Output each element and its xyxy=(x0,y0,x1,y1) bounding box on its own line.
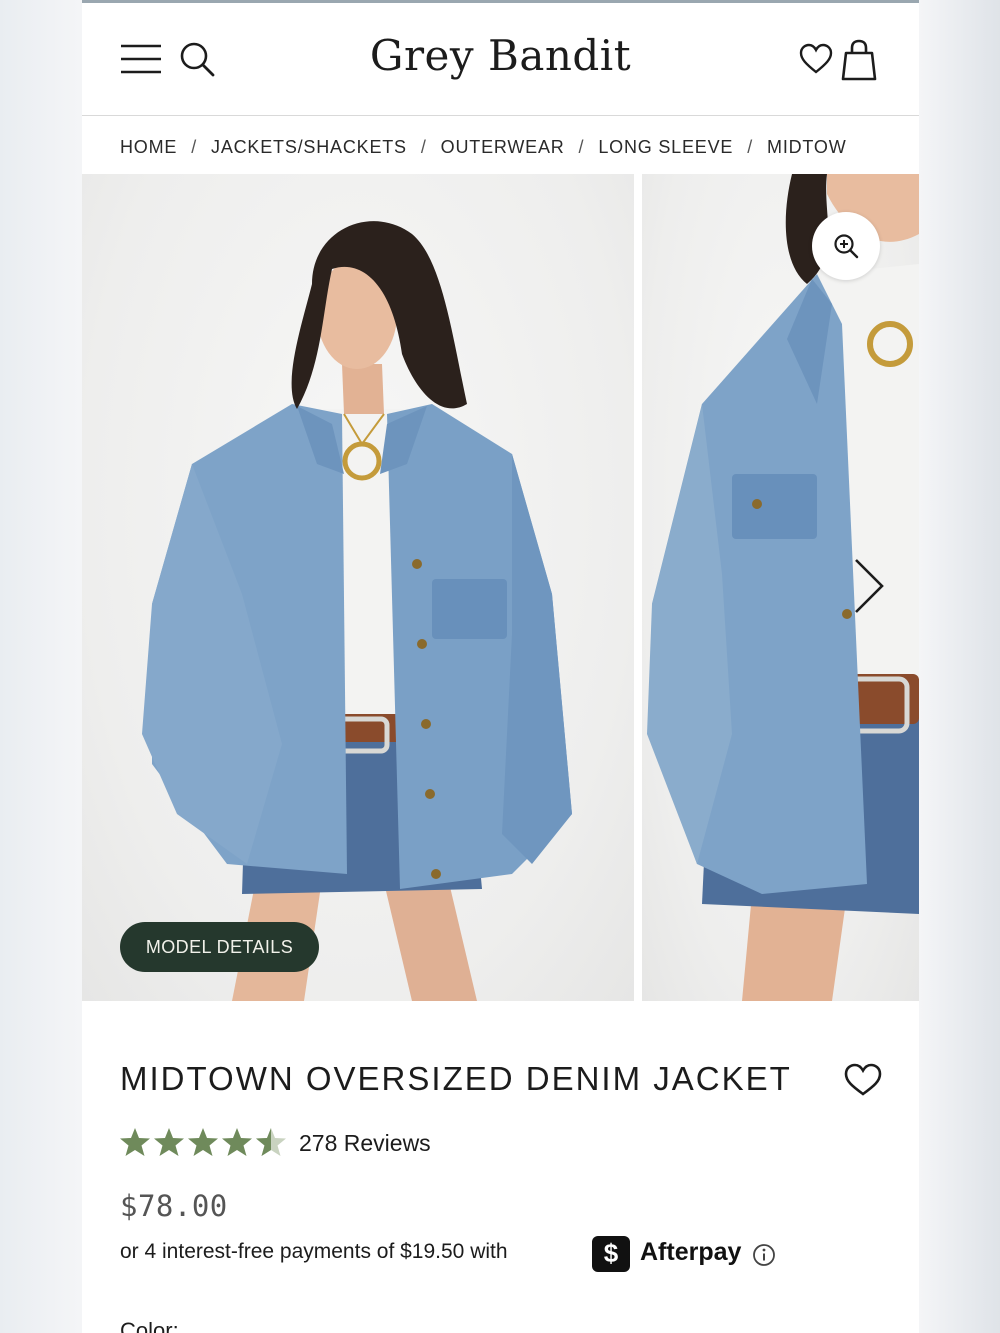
zoom-button[interactable] xyxy=(812,212,880,280)
heart-icon[interactable] xyxy=(799,43,833,75)
product-title: MIDTOWN OVERSIZED DENIM JACKET xyxy=(120,1060,792,1097)
product-gallery[interactable]: MODEL DETAILS xyxy=(82,174,919,1001)
bag-icon[interactable] xyxy=(840,39,878,81)
breadcrumb-separator: / xyxy=(191,137,198,157)
reviews-link[interactable]: 278 Reviews xyxy=(299,1130,431,1157)
model-details-button[interactable]: MODEL DETAILS xyxy=(120,922,319,972)
breadcrumb-home[interactable]: HOME xyxy=(120,137,177,158)
afterpay-badge-symbol: $ xyxy=(603,1238,619,1268)
rating-stars[interactable] xyxy=(120,1126,290,1160)
installments-text: or 4 interest-free payments of $19.50 wi… xyxy=(120,1240,508,1263)
breadcrumb-separator: / xyxy=(578,137,585,157)
brand-logo[interactable]: Grey Bandit xyxy=(82,31,919,80)
breadcrumb-outerwear[interactable]: OUTERWEAR xyxy=(441,137,565,158)
info-icon[interactable] xyxy=(752,1243,776,1267)
star-icon xyxy=(154,1128,184,1156)
model-illustration xyxy=(142,221,572,1001)
wishlist-heart-icon[interactable] xyxy=(844,1063,882,1097)
breadcrumb-separator: / xyxy=(420,137,427,157)
afterpay-label: Afterpay xyxy=(640,1238,742,1266)
breadcrumb: HOME / JACKETS/SHACKETS / OUTERWEAR / LONG SLE… xyxy=(120,137,919,161)
star-icon xyxy=(188,1128,218,1156)
half-star-icon xyxy=(256,1128,286,1156)
breadcrumb-current: MIDTOW xyxy=(767,137,847,157)
zoom-in-icon xyxy=(834,234,859,259)
product-photo-main[interactable]: MODEL DETAILS xyxy=(82,174,634,1001)
site-header: Grey Bandit xyxy=(82,3,919,116)
product-price: $78.00 xyxy=(120,1189,228,1223)
breadcrumb-long-sleeve[interactable]: LONG SLEEVE xyxy=(598,137,733,158)
breadcrumb-separator: / xyxy=(747,137,754,157)
star-icon xyxy=(120,1128,150,1156)
star-icon xyxy=(222,1128,252,1156)
afterpay-logo-icon: $ xyxy=(592,1236,630,1272)
chevron-right-icon[interactable] xyxy=(848,556,888,616)
breadcrumb-jackets[interactable]: JACKETS/SHACKETS xyxy=(211,137,407,158)
color-label: Color: xyxy=(120,1318,179,1333)
product-page: Grey Bandit HOME / JACKETS/SHACKETS / OUTERW… xyxy=(82,0,919,1333)
